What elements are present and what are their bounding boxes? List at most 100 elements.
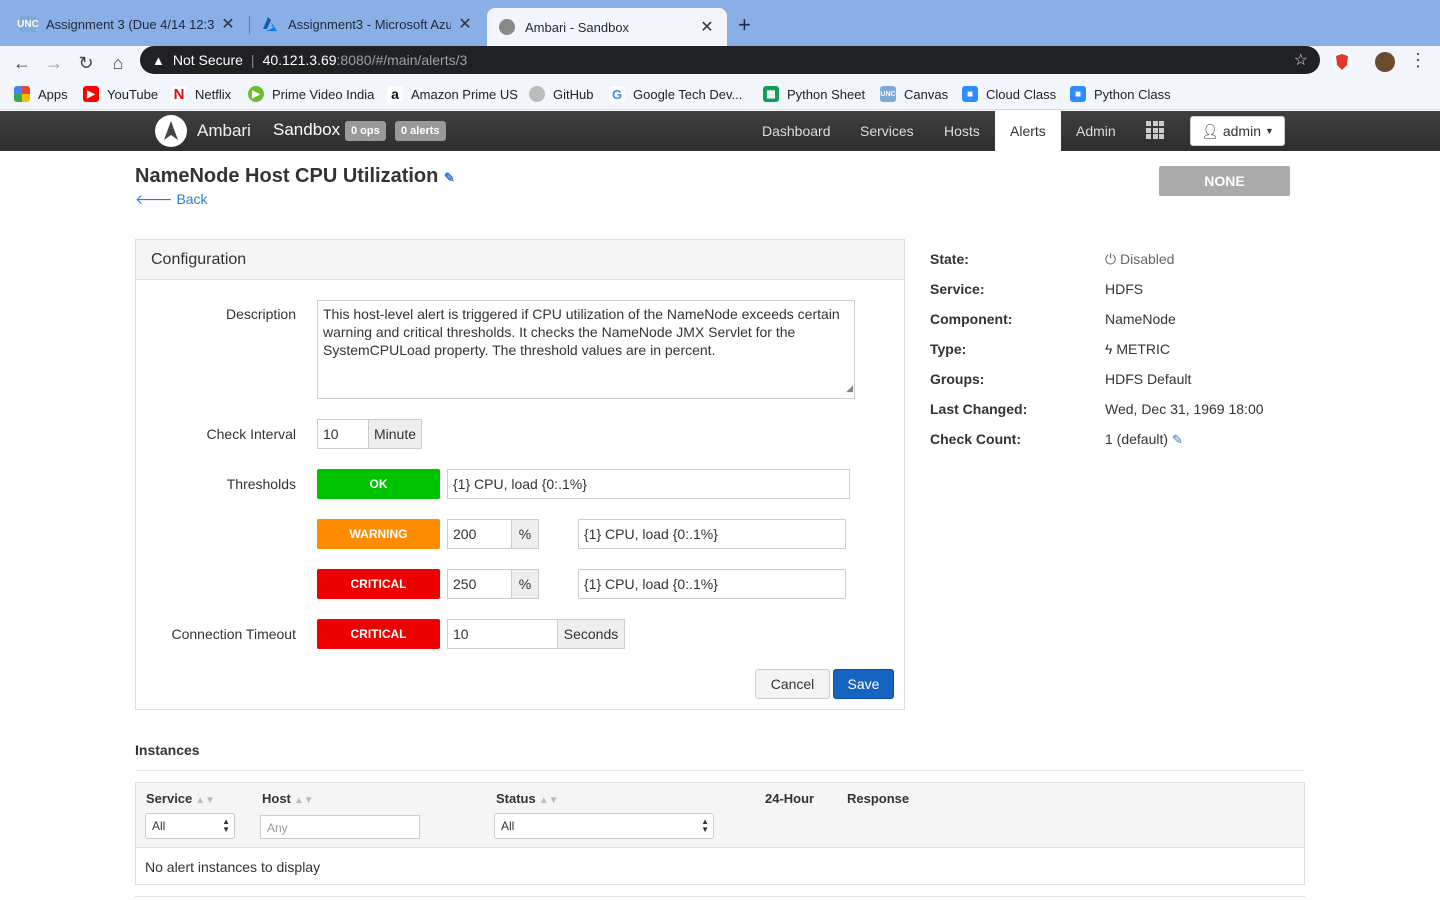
url-bar[interactable]: ▲ Not Secure | 40.121.3.69:8080/#/main/a… [140, 46, 1320, 74]
select-arrows-icon: ▲ ▼ [701, 817, 709, 834]
warning-unit: % [511, 519, 539, 549]
resize-handle-icon[interactable]: ◢ [846, 379, 853, 397]
ops-badge[interactable]: 0 ops [345, 121, 386, 141]
bookmark-canvas[interactable]: UNC Canvas [880, 86, 948, 102]
bookmarks-bar: Apps ▶ YouTube N Netflix ▶ Prime Video I… [0, 80, 1440, 110]
edit-pencil-icon[interactable]: ✎ [1172, 432, 1183, 447]
power-icon: ⏻ [1105, 251, 1117, 267]
ambari-logo-icon[interactable] [155, 115, 187, 147]
close-tab-icon[interactable]: ✕ [699, 17, 715, 37]
connection-timeout-input[interactable]: 10 [447, 619, 558, 649]
column-header-service[interactable]: Service ▲▼ [146, 791, 215, 806]
edit-pencil-icon[interactable]: ✎ [444, 170, 455, 185]
warning-value-input[interactable]: 200 [447, 519, 512, 549]
prime-video-icon: ▶ [248, 86, 264, 102]
save-button[interactable]: Save [833, 669, 894, 699]
check-count-key: Check Count: [930, 431, 1021, 447]
host-filter-input[interactable]: Any [260, 815, 420, 839]
warning-badge: WARNING [317, 519, 440, 549]
check-interval-label: Check Interval [206, 426, 296, 442]
cancel-button[interactable]: Cancel [755, 669, 830, 699]
menu-kebab-icon[interactable]: ⋮ [1406, 48, 1430, 72]
caret-down-icon: ▼ [1265, 126, 1274, 136]
forward-arrow-icon[interactable]: → [42, 51, 66, 75]
new-tab-icon[interactable]: + [738, 12, 751, 38]
github-icon [529, 86, 545, 102]
alerts-badge[interactable]: 0 alerts [395, 121, 446, 141]
status-filter-select[interactable]: All ▲ ▼ [494, 813, 714, 839]
cluster-name[interactable]: Sandbox [273, 120, 340, 140]
state-key: State: [930, 251, 969, 267]
component-value: NameNode [1105, 311, 1176, 327]
critical-value-input[interactable]: 250 [447, 569, 512, 599]
alert-status-button[interactable]: NONE [1159, 166, 1290, 196]
type-value: ϟ METRIC [1105, 341, 1170, 357]
warning-icon: ▲ [152, 52, 165, 68]
configuration-panel: Configuration Description This host-leve… [135, 239, 905, 710]
browser-tab-bar: UNC Assignment 3 (Due 4/14 12:30p ✕ Assi… [0, 0, 1440, 46]
description-label: Description [225, 306, 296, 322]
select-arrows-icon: ▲ ▼ [222, 817, 230, 834]
browser-tab-assignment[interactable]: UNC Assignment 3 (Due 4/14 12:30p ✕ [8, 9, 248, 39]
browser-tab-azure[interactable]: Assignment3 - Microsoft Azure ✕ [250, 9, 485, 39]
back-arrow-icon[interactable]: ← [10, 51, 34, 75]
zoom-icon: ■ [1070, 86, 1086, 102]
nav-admin[interactable]: Admin [1061, 111, 1131, 151]
critical-text-input[interactable]: {1} CPU, load {0:.1%} [578, 569, 846, 599]
azure-icon [262, 16, 278, 32]
description-textarea[interactable]: This host-level alert is triggered if CP… [317, 300, 855, 399]
check-count-value: 1 (default) ✎ [1105, 431, 1183, 447]
last-changed-value: Wed, Dec 31, 1969 18:00 [1105, 401, 1264, 417]
unc-icon: UNC [17, 16, 39, 32]
reload-icon[interactable]: ↻ [74, 51, 98, 75]
bookmark-google-tech-dev[interactable]: G Google Tech Dev... [609, 86, 742, 102]
connection-timeout-unit: Seconds [557, 619, 625, 649]
bookmark-netflix[interactable]: N Netflix [171, 86, 231, 103]
netflix-icon: N [171, 86, 187, 103]
brave-shield-icon[interactable] [1332, 52, 1352, 72]
bookmark-cloud-class[interactable]: ■ Cloud Class [962, 86, 1056, 102]
amazon-icon: a [387, 86, 403, 102]
column-header-status[interactable]: Status ▲▼ [496, 791, 559, 806]
ok-text-input[interactable]: {1} CPU, load {0:.1%} [447, 469, 850, 499]
bookmark-star-icon[interactable]: ☆ [1294, 50, 1308, 70]
nav-dashboard[interactable]: Dashboard [747, 111, 846, 151]
column-header-24-hour: 24-Hour [765, 791, 815, 806]
timeout-critical-badge: CRITICAL [317, 619, 440, 649]
divider [135, 896, 1305, 900]
bookmark-youtube[interactable]: ▶ YouTube [83, 86, 158, 102]
bookmark-python-sheet[interactable]: ▦ Python Sheet [763, 86, 865, 102]
type-key: Type: [930, 341, 967, 357]
empty-message: No alert instances to display [145, 859, 321, 875]
critical-unit: % [511, 569, 539, 599]
close-tab-icon[interactable]: ✕ [457, 14, 473, 34]
views-grid-icon[interactable] [1146, 121, 1164, 139]
home-icon[interactable]: ⌂ [106, 51, 130, 75]
connection-timeout-label: Connection Timeout [171, 626, 296, 642]
warning-text-input[interactable]: {1} CPU, load {0:.1%} [578, 519, 846, 549]
ok-badge: OK [317, 469, 440, 499]
bookmark-github[interactable]: GitHub [529, 86, 593, 102]
close-tab-icon[interactable]: ✕ [220, 14, 236, 34]
bolt-icon: ϟ [1105, 341, 1113, 357]
last-changed-key: Last Changed: [930, 401, 1028, 417]
column-header-host[interactable]: Host ▲▼ [262, 791, 314, 806]
nav-services[interactable]: Services [845, 111, 929, 151]
nav-hosts[interactable]: Hosts [929, 111, 995, 151]
nav-alerts[interactable]: Alerts [995, 111, 1061, 151]
service-filter-select[interactable]: All ▲ ▼ [145, 813, 235, 839]
user-menu-button[interactable]: 👤︎ admin ▼ [1190, 116, 1285, 146]
brand-name[interactable]: Ambari [197, 121, 251, 141]
back-link[interactable]: 🡐 Back [135, 191, 208, 208]
sort-icon: ▲▼ [195, 795, 216, 806]
sheets-icon: ▦ [763, 86, 779, 102]
page-title: NameNode Host CPU Utilization ✎ [135, 165, 455, 187]
bookmark-apps[interactable]: Apps [14, 86, 68, 102]
profile-avatar[interactable] [1375, 52, 1395, 72]
bookmark-prime-video-india[interactable]: ▶ Prime Video India [248, 86, 374, 102]
browser-tab-ambari[interactable]: Ambari - Sandbox ✕ [487, 8, 727, 46]
bookmark-python-class[interactable]: ■ Python Class [1070, 86, 1171, 102]
bookmark-amazon-prime-us[interactable]: a Amazon Prime US [387, 86, 518, 102]
check-interval-unit: Minute [368, 419, 422, 449]
check-interval-input[interactable]: 10 [317, 419, 369, 449]
